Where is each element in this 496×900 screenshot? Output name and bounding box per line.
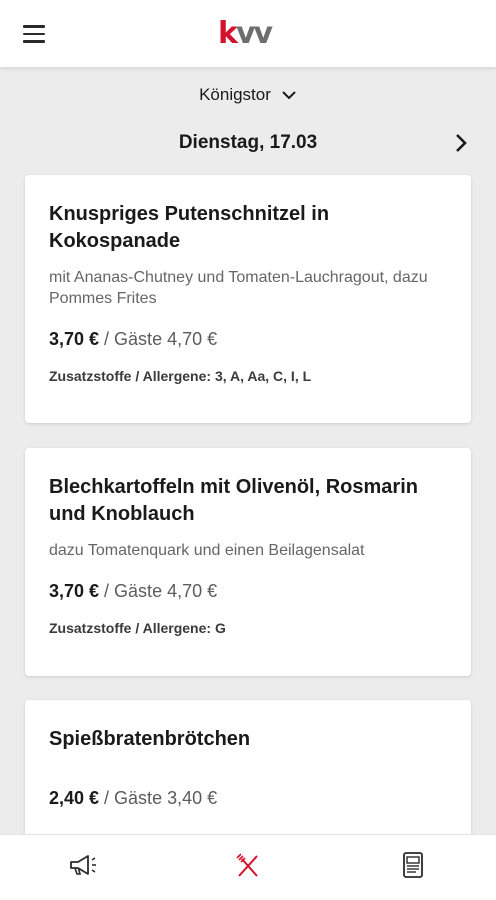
location-selector[interactable]: Königstor <box>0 80 496 110</box>
meal-description: mit Ananas-Chutney und Tomaten-Lauchrago… <box>49 269 428 307</box>
app-header: kvv <box>0 0 496 68</box>
newspaper-icon <box>396 850 430 885</box>
meal-description: dazu Tomatenquark und einen Beilagensala… <box>49 542 365 559</box>
meal-price-guest: / Gäste 4,70 € <box>99 329 218 349</box>
kvv-logo: kvv <box>218 16 273 51</box>
location-name: Königstor <box>199 85 271 104</box>
chevron-right-icon[interactable] <box>446 128 476 158</box>
fork-knife-icon <box>231 850 265 885</box>
meal-list: Knuspriges Putenschnitzel in Kokospanade… <box>0 174 496 834</box>
meal-allergens: Zusatzstoffe / Allergene: 3, A, Aa, C, I… <box>49 368 312 384</box>
meal-price-own: 3,70 € <box>49 329 100 349</box>
meal-price: 3,70 € / Gäste 4,70 € <box>49 579 447 603</box>
meal-price-own: 2,40 € <box>49 788 100 808</box>
bottom-nav <box>0 834 496 900</box>
date-label: Dienstag, 17.03 <box>178 132 318 153</box>
app-root: kvv Königstor Dienstag, 17.03 Knuspriges… <box>0 0 496 900</box>
meal-price: 3,70 € / Gäste 4,70 € <box>49 327 447 351</box>
meal-card[interactable]: Blechkartoffeln mit Olivenöl, Rosmarin u… <box>25 448 471 676</box>
meal-title: Spießbratenbrötchen <box>49 728 251 750</box>
meal-title: Knuspriges Putenschnitzel in Kokospanade <box>49 203 330 252</box>
nav-info[interactable] <box>331 835 496 900</box>
meal-price-own: 3,70 € <box>49 581 100 601</box>
meal-card[interactable]: Knuspriges Putenschnitzel in Kokospanade… <box>25 175 471 423</box>
meal-price-guest: / Gäste 4,70 € <box>99 581 218 601</box>
date-row: Dienstag, 17.03 <box>0 126 496 160</box>
chevron-down-icon <box>281 85 297 105</box>
nav-menu[interactable] <box>165 835 330 900</box>
megaphone-icon <box>66 850 100 885</box>
meal-card[interactable]: Spießbratenbrötchen 2,40 € / Gäste 3,40 … <box>25 700 471 834</box>
meal-price-guest: / Gäste 3,40 € <box>99 788 218 808</box>
nav-news[interactable] <box>0 835 165 900</box>
meal-price: 2,40 € / Gäste 3,40 € <box>49 786 447 810</box>
meal-title: Blechkartoffeln mit Olivenöl, Rosmarin u… <box>49 476 418 525</box>
meal-allergens: Zusatzstoffe / Allergene: G <box>49 620 226 636</box>
hamburger-menu-icon[interactable] <box>14 16 54 52</box>
